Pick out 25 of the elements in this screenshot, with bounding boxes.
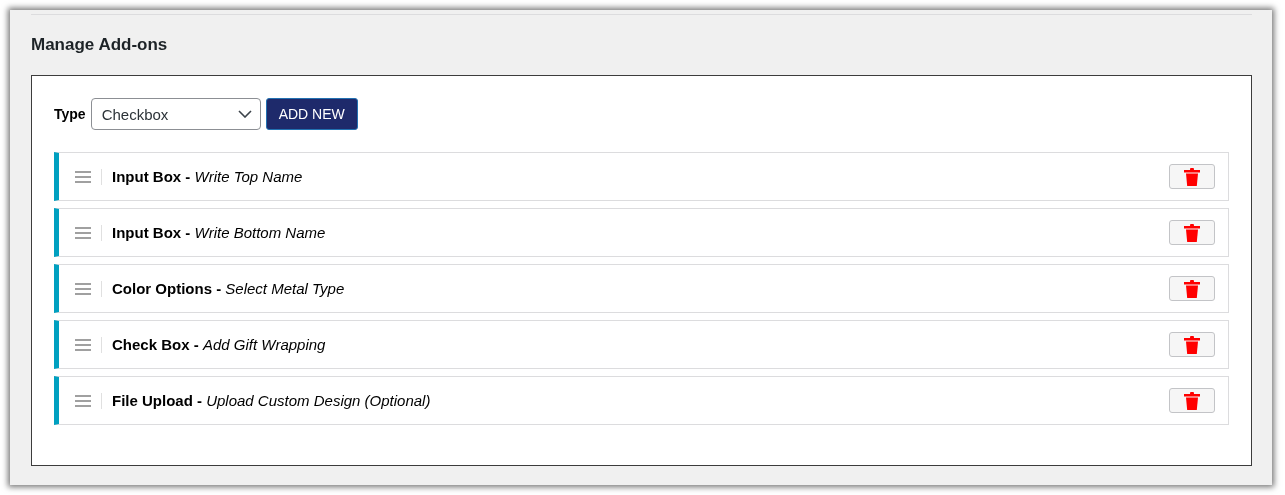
addon-title: File Upload - Upload Custom Design (Optional) <box>112 392 432 409</box>
trash-icon <box>1184 223 1200 242</box>
trash-icon <box>1184 167 1200 186</box>
drag-handle-icon[interactable] <box>75 170 91 183</box>
section-heading: Manage Add-ons <box>31 35 169 56</box>
addon-title: Color Options - Select Metal Type <box>112 280 346 297</box>
drag-handle-icon[interactable] <box>75 394 91 407</box>
addon-title: Check Box - Add Gift Wrapping <box>112 336 327 353</box>
delete-button[interactable] <box>1169 164 1215 189</box>
drag-handle-icon[interactable] <box>75 226 91 239</box>
trash-icon <box>1184 391 1200 410</box>
addon-title: Input Box - Write Bottom Name <box>112 224 327 241</box>
delete-button[interactable] <box>1169 220 1215 245</box>
addon-title: Input Box - Write Top Name <box>112 168 304 185</box>
chevron-icon <box>237 110 252 118</box>
trash-icon <box>1184 279 1200 298</box>
delete-button[interactable] <box>1169 276 1215 301</box>
delete-button[interactable] <box>1169 388 1215 413</box>
add-new-button[interactable]: ADD NEW <box>265 98 358 130</box>
drag-handle-icon[interactable] <box>75 282 91 295</box>
drag-handle-icon[interactable] <box>75 338 91 351</box>
delete-button[interactable] <box>1169 332 1215 357</box>
trash-icon <box>1184 335 1200 354</box>
type-label: Type <box>54 106 86 122</box>
type-select[interactable]: Checkbox <box>90 98 261 130</box>
